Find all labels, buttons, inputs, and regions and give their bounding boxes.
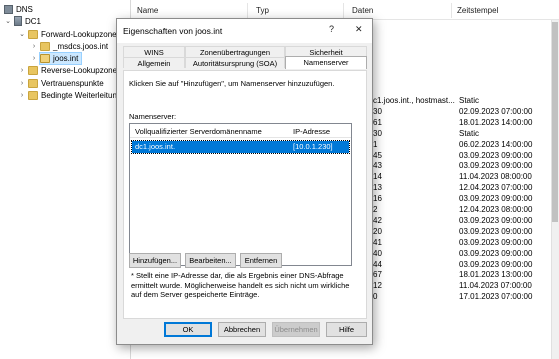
record-data-cell: 45	[373, 151, 382, 160]
record-timestamp-cell: Static	[459, 129, 480, 138]
name-server-list[interactable]: Vollqualifizierter Serverdomänenname IP-…	[129, 123, 352, 266]
record-timestamp-cell: 12.04.2023 07:00:00	[459, 183, 533, 192]
record-timestamp-cell: 03.09.2023 09:00:00	[459, 238, 533, 247]
record-data-cell: 13	[373, 183, 382, 192]
record-data-cell: 67	[373, 270, 382, 279]
scrollbar-thumb[interactable]	[552, 22, 558, 222]
tab-soa[interactable]: Autoritätsursprung (SOA)	[185, 57, 285, 68]
record-data-cell: 2	[373, 205, 378, 214]
record-data-cell: 42	[373, 216, 382, 225]
record-timestamp-cell: 03.09.2023 09:00:00	[459, 194, 533, 203]
remove-button[interactable]: Entfernen	[240, 253, 282, 268]
column-header-fqdn[interactable]: Vollqualifizierter Serverdomänenname	[135, 127, 262, 137]
record-timestamp-cell: 03.09.2023 09:00:00	[459, 260, 533, 269]
edit-button[interactable]: Bearbeiten...	[185, 253, 236, 268]
record-timestamp-cell: 02.09.2023 07:00:00	[459, 107, 533, 116]
tab-wins[interactable]: WINS	[123, 46, 185, 57]
record-timestamp-cell: 03.09.2023 09:00:00	[459, 249, 533, 258]
record-timestamp-cell: 12.04.2023 08:00:00	[459, 205, 533, 214]
name-server-row[interactable]: dc1.joos.int. [10.0.1.230]	[131, 140, 350, 154]
add-button[interactable]: Hinzufügen...	[129, 253, 181, 268]
record-data-cell: 40	[373, 249, 382, 258]
record-data-cell: 0	[373, 292, 378, 301]
instruction-text: Klicken Sie auf "Hinzufügen", um Namense…	[129, 79, 335, 88]
name-servers-label: Namenserver:	[129, 112, 177, 121]
tab-name-servers[interactable]: Namenserver	[285, 56, 367, 69]
record-data-cell: 20	[373, 227, 382, 236]
record-data-cell: 61	[373, 118, 382, 127]
close-icon[interactable]: ✕	[355, 24, 363, 35]
column-header-ip[interactable]: IP-Adresse	[293, 127, 330, 137]
record-timestamp-cell: 03.09.2023 09:00:00	[459, 227, 533, 236]
record-timestamp-cell: 18.01.2023 14:00:00	[459, 118, 533, 127]
record-timestamp-cell: 11.04.2023 07:00:00	[459, 281, 532, 290]
help-icon[interactable]: ?	[329, 24, 334, 34]
record-timestamp-cell: 18.01.2023 13:00:00	[459, 270, 533, 279]
dialog-titlebar[interactable]: Eigenschaften von joos.int ? ✕	[117, 19, 372, 43]
record-timestamp-cell: 17.01.2023 07:00:00	[459, 292, 533, 301]
tab-zone-transfers[interactable]: Zonenübertragungen	[185, 46, 285, 57]
note-text: * Stellt eine IP-Adresse dar, die als Er…	[131, 271, 350, 299]
apply-button[interactable]: Übernehmen	[272, 322, 320, 337]
record-data-cell: 44	[373, 260, 382, 269]
record-data-cell: 12	[373, 281, 382, 290]
record-timestamp-cell: 06.02.2023 14:00:00	[459, 140, 533, 149]
dialog-tabs: WINS Zonenübertragungen Sicherheit Allge…	[123, 46, 367, 70]
record-data-cell: 43	[373, 161, 382, 170]
record-timestamp-cell: 03.09.2023 09:00:00	[459, 216, 533, 225]
zone-properties-dialog: Eigenschaften von joos.int ? ✕ WINS Zone…	[116, 18, 373, 345]
dialog-title: Eigenschaften von joos.int	[123, 26, 223, 36]
record-timestamp-cell: 03.09.2023 09:00:00	[459, 161, 533, 170]
record-data-cell: 41	[373, 238, 382, 247]
record-data-cell: c1.joos.int., hostmast...	[373, 96, 455, 105]
cancel-button[interactable]: Abbrechen	[218, 322, 266, 337]
record-timestamp-cell: Static	[459, 96, 480, 105]
record-data-cell: 30	[373, 107, 382, 116]
record-data-cell: 14	[373, 172, 382, 181]
tab-general[interactable]: Allgemein	[123, 57, 185, 68]
help-button[interactable]: Hilfe	[326, 322, 367, 337]
record-data-cell: 1	[373, 140, 378, 149]
record-data-cell: 16	[373, 194, 382, 203]
record-timestamp-cell: 11.04.2023 08:00:00	[459, 172, 532, 181]
name-server-list-header: Vollqualifizierter Serverdomänenname IP-…	[130, 124, 351, 138]
name-server-ip: [10.0.1.230]	[293, 142, 333, 151]
record-timestamp-cell: 03.09.2023 09:00:00	[459, 151, 533, 160]
ok-button[interactable]: OK	[164, 322, 212, 337]
name-server-fqdn: dc1.joos.int.	[135, 142, 176, 151]
record-data-cell: 30	[373, 129, 382, 138]
